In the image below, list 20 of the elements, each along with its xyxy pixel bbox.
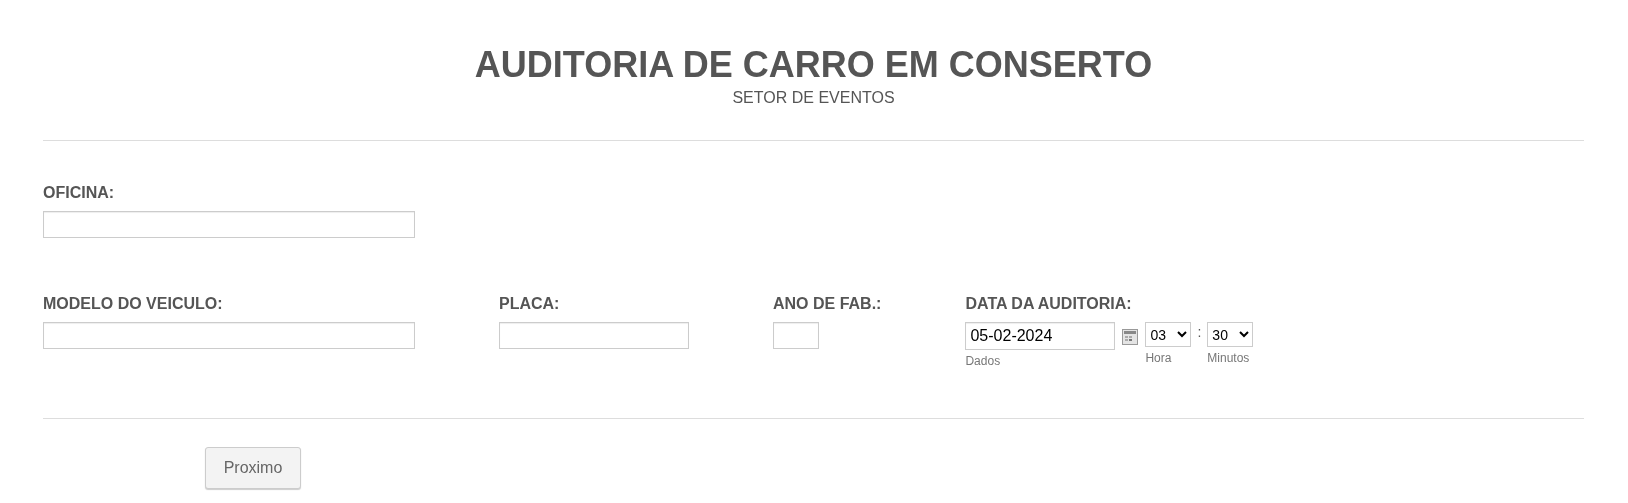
input-field[interactable] — [43, 322, 415, 349]
form-subtitle: SETOR DE EVENTOS — [731, 89, 896, 107]
field-label: MODELO DO VEICULO: — [43, 295, 224, 313]
form-title: AUDITORIA DE CARRO EM CONSERTO — [473, 44, 1154, 86]
minute-sublabel: Minutos — [1207, 351, 1251, 365]
input-field[interactable] — [773, 322, 819, 349]
hour-select[interactable]: 03 — [1145, 322, 1192, 347]
time-separator: : — [1197, 324, 1202, 340]
field-label: DATA DA AUDITORIA: — [965, 295, 1133, 313]
next-button[interactable]: Proximo — [205, 447, 301, 489]
hour-sublabel: Hora — [1145, 351, 1173, 365]
input-field[interactable] — [499, 322, 689, 349]
date-sublabel: Dados — [965, 354, 1002, 368]
field-label: ANO DE FAB.: — [773, 295, 882, 313]
minute-select[interactable]: 30 — [1207, 322, 1254, 347]
input-field[interactable] — [43, 211, 415, 238]
field-label: PLACA: — [499, 295, 561, 313]
date-field[interactable]: 05-02-2024 — [965, 322, 1116, 350]
calendar-icon[interactable] — [1122, 329, 1139, 345]
field-label: OFICINA: — [43, 184, 116, 202]
